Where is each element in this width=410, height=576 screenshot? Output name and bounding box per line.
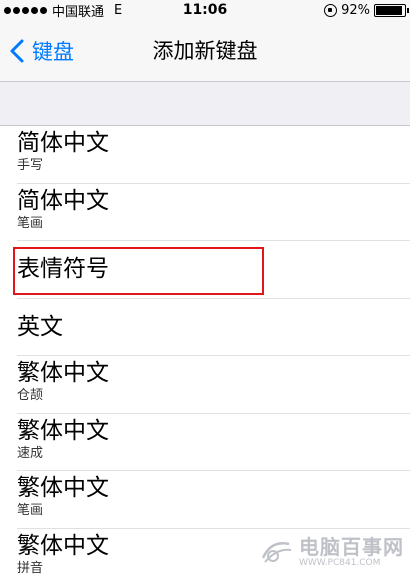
keyboard-title: 简体中文 [17,130,109,156]
keyboard-subtitle: 拼音 [17,560,44,576]
keyboard-title: 英文 [17,313,63,340]
keyboard-row[interactable]: 简体中文 笔画 [17,184,410,241]
keyboard-subtitle: 笔画 [17,503,44,518]
keyboard-title: 繁体中文 [17,475,109,501]
page-title: 添加新键盘 [152,39,258,63]
watermark-logo-icon [261,542,292,563]
keyboard-title: 繁体中文 [17,417,109,444]
keyboard-title: 简体中文 [17,187,109,214]
highlight-annotation [13,247,264,295]
battery-percent: 92% [341,2,370,18]
keyboard-row[interactable]: 简体中文 手写 [17,126,410,184]
keyboard-row[interactable]: 繁体中文 仓颉 [17,356,410,414]
keyboard-subtitle: 速成 [17,445,44,461]
battery-icon [374,3,409,17]
keyboard-title: 繁体中文 [17,360,109,386]
keyboard-row[interactable]: 繁体中文 笔画 [17,471,410,529]
section-header [0,82,410,126]
rotation-lock-icon [324,3,338,17]
keyboard-row[interactable]: 繁体中文 速成 [17,414,410,471]
keyboard-subtitle: 手写 [17,158,44,173]
navigation-bar: 键盘 添加新键盘 [0,20,410,82]
keyboard-title: 繁体中文 [17,532,109,559]
keyboard-list: 简体中文 手写 简体中文 笔画 表情符号 英文 繁体中文 仓颉 繁体中文 速成 繁体中文 笔画 繁体中文… [0,126,410,576]
status-right: 92% [324,1,409,19]
keyboard-subtitle: 笔画 [17,215,44,231]
watermark-url: WWW.PC841.COM [299,557,381,568]
watermark: 电脑百事网 WWW.PC841.COM [259,534,404,570]
watermark-name: 电脑百事网 [299,534,404,559]
keyboard-row[interactable]: 英文 [17,299,410,356]
status-bar: 中国联通 E 11:06 92% [0,0,410,20]
keyboard-subtitle: 仓颉 [17,388,44,403]
